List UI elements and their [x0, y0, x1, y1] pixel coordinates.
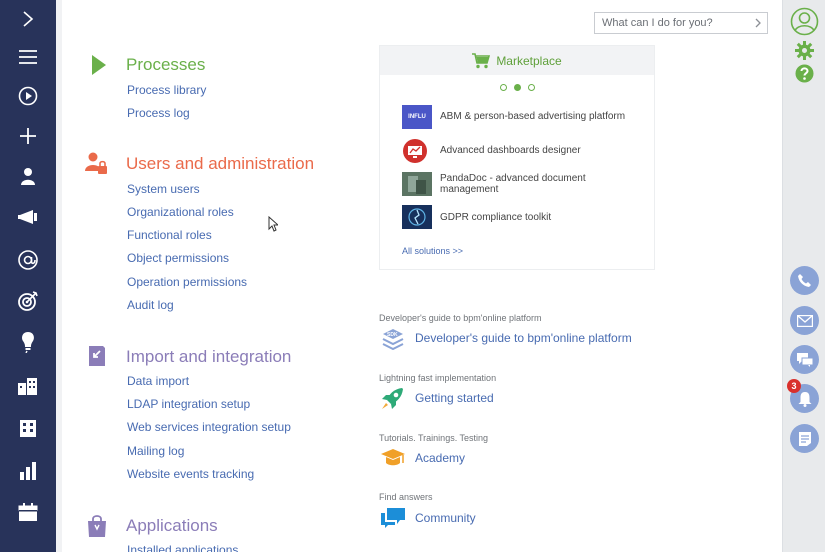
- pager-dot[interactable]: [500, 84, 507, 91]
- marketplace-panel: Marketplace INFLU ABM & person-based adv…: [379, 45, 655, 270]
- solution-thumb-gdpr[interactable]: [402, 205, 432, 229]
- right-sidebar: 3: [782, 0, 825, 552]
- solution-thumb-dashboards[interactable]: [402, 138, 432, 163]
- pager-dot[interactable]: [528, 84, 535, 91]
- guide-link-community[interactable]: Community: [415, 511, 476, 525]
- link-system-users[interactable]: System users: [127, 182, 200, 196]
- link-operation-permissions[interactable]: Operation permissions: [127, 275, 247, 289]
- all-solutions-link[interactable]: All solutions >>: [402, 246, 463, 256]
- guide-caption: Find answers: [379, 492, 433, 502]
- section-title-processes: Processes: [126, 55, 206, 74]
- building-icon[interactable]: [0, 410, 56, 446]
- link-organizational-roles[interactable]: Organizational roles: [127, 205, 234, 219]
- marketplace-header[interactable]: Marketplace: [380, 46, 654, 75]
- import-icon: [84, 343, 110, 369]
- svg-text:SDK: SDK: [387, 332, 398, 338]
- solution-dashboards[interactable]: Advanced dashboards designer: [440, 145, 630, 156]
- expand-arrow-icon[interactable]: [0, 1, 56, 37]
- solution-thumb-pandadoc[interactable]: [402, 172, 432, 196]
- at-icon[interactable]: [0, 242, 56, 278]
- guide-link-academy[interactable]: Academy: [415, 451, 465, 465]
- section-title-users-administration: Users and administration: [126, 154, 315, 173]
- solution-gdpr[interactable]: GDPR compliance toolkit: [440, 212, 630, 223]
- rocket-icon: [380, 387, 406, 409]
- link-ldap-integration-setup[interactable]: LDAP integration setup: [127, 397, 250, 411]
- megaphone-icon[interactable]: [0, 199, 56, 235]
- guide-caption: Developer's guide to bpm'online platform: [379, 313, 542, 323]
- chat-bubbles-icon: [380, 507, 406, 529]
- solution-pandadoc[interactable]: PandaDoc - advanced document management: [440, 173, 630, 195]
- email-icon[interactable]: [790, 306, 819, 335]
- phone-icon[interactable]: [790, 266, 819, 295]
- link-object-permissions[interactable]: Object permissions: [127, 251, 229, 265]
- users-admin-icon: [84, 151, 110, 177]
- gear-icon[interactable]: [795, 41, 814, 60]
- person-icon[interactable]: [0, 158, 56, 194]
- link-mailing-log[interactable]: Mailing log: [127, 444, 184, 458]
- buildings-icon[interactable]: [0, 368, 56, 404]
- cart-icon: [472, 52, 491, 68]
- lightbulb-icon[interactable]: [0, 324, 56, 360]
- guide-link-developers-guide[interactable]: Developer's guide to bpm'online platform: [415, 331, 632, 345]
- section-title-import-integration: Import and integration: [126, 347, 292, 366]
- pager-dot-active[interactable]: [514, 84, 521, 91]
- left-navigation-bar: [0, 0, 56, 552]
- play-triangle-icon: [84, 52, 110, 78]
- link-data-import[interactable]: Data import: [127, 374, 189, 388]
- shopping-bag-icon: [84, 512, 110, 538]
- search-input[interactable]: What can I do for you?: [594, 12, 768, 34]
- link-functional-roles[interactable]: Functional roles: [127, 228, 212, 242]
- help-icon[interactable]: [795, 64, 814, 83]
- mouse-cursor-icon: [268, 215, 280, 232]
- guide-caption: Tutorials. Trainings. Testing: [379, 433, 489, 443]
- solution-abm[interactable]: ABM & person-based advertising platform: [440, 111, 630, 122]
- menu-icon[interactable]: [0, 39, 56, 75]
- link-audit-log[interactable]: Audit log: [127, 298, 174, 312]
- link-process-library[interactable]: Process library: [127, 83, 206, 97]
- profile-avatar-icon[interactable]: [790, 7, 819, 36]
- chat-icon[interactable]: [790, 345, 819, 374]
- solution-thumb-abm[interactable]: INFLU: [402, 105, 432, 129]
- link-installed-applications[interactable]: Installed applications: [127, 543, 238, 552]
- search-placeholder: What can I do for you?: [602, 17, 713, 29]
- play-icon[interactable]: [0, 78, 56, 114]
- marketplace-title: Marketplace: [496, 53, 562, 68]
- link-website-events-tracking[interactable]: Website events tracking: [127, 467, 254, 481]
- bar-chart-icon[interactable]: [0, 453, 56, 489]
- section-title-applications: Applications: [126, 516, 218, 535]
- left-gutter: [56, 0, 62, 552]
- feed-icon[interactable]: [790, 424, 819, 453]
- sdk-icon: SDK: [380, 328, 406, 351]
- link-process-log[interactable]: Process log: [127, 106, 190, 120]
- notifications-badge: 3: [787, 379, 801, 393]
- guide-caption: Lightning fast implementation: [379, 373, 497, 383]
- chevron-right-icon[interactable]: [749, 13, 767, 33]
- plus-icon[interactable]: [0, 118, 56, 154]
- target-icon[interactable]: [0, 283, 56, 319]
- link-web-services-integration-setup[interactable]: Web services integration setup: [127, 420, 291, 434]
- guide-link-getting-started[interactable]: Getting started: [415, 391, 494, 405]
- graduation-cap-icon: [380, 447, 406, 469]
- calendar-icon[interactable]: [0, 494, 56, 530]
